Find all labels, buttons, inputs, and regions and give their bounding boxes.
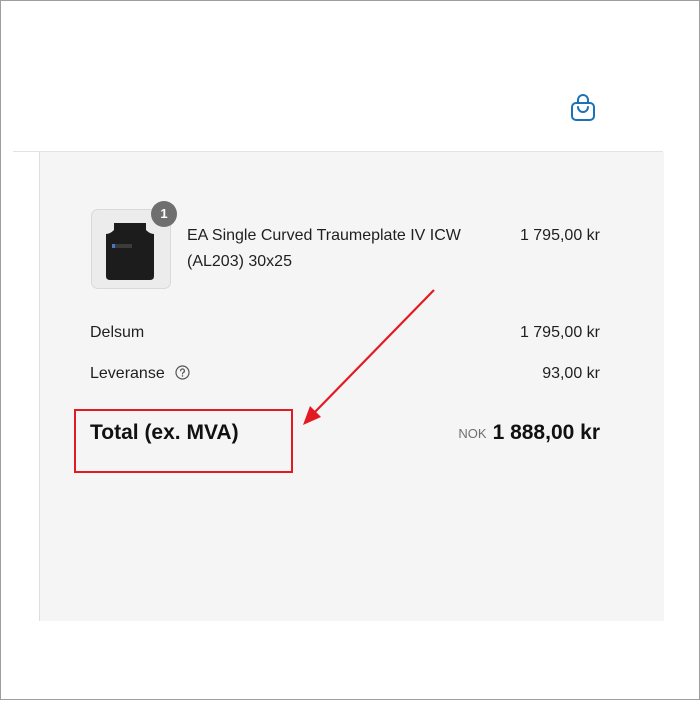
quantity-badge: 1	[151, 201, 177, 227]
subtotal-label: Delsum	[90, 324, 145, 341]
site-header	[1, 1, 699, 151]
armor-plate-image	[106, 223, 154, 280]
page-frame: 1 EA Single Curved Traumeplate IV ICW (A…	[0, 0, 700, 700]
product-price: 1 795,00 kr	[519, 227, 600, 244]
question-circle-icon[interactable]	[175, 365, 190, 380]
currency-code: NOK	[458, 426, 487, 441]
product-name: EA Single Curved Traumeplate IV ICW (AL2…	[187, 227, 461, 270]
total-value: NOK 1 888,00 kr	[458, 418, 600, 450]
order-summary-panel: 1 EA Single Curved Traumeplate IV ICW (A…	[39, 152, 664, 621]
shipping-row-label: Leveranse	[90, 363, 190, 385]
shipping-label: Leveranse	[90, 365, 165, 382]
subtotal-value: 1 795,00 kr	[519, 324, 600, 341]
total-amount: 1 888,00 kr	[492, 421, 600, 444]
shipping-value: 93,00 kr	[542, 365, 600, 382]
shopping-bag-icon[interactable]	[569, 93, 597, 123]
total-label: Total (ex. MVA)	[90, 421, 239, 444]
